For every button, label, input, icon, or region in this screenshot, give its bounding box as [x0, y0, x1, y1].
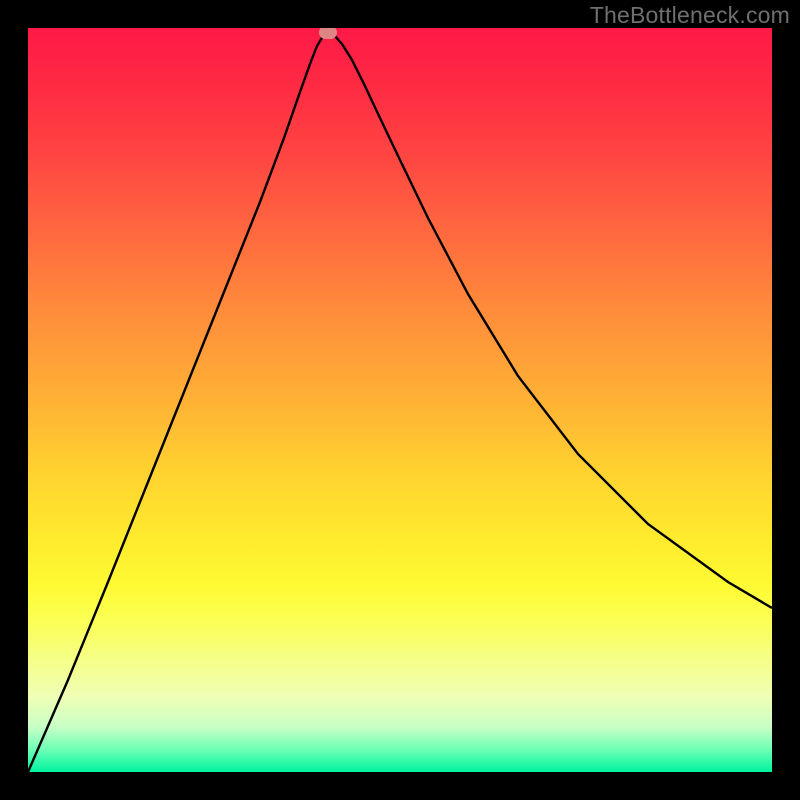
plot-area: [28, 28, 772, 772]
watermark-label: TheBottleneck.com: [590, 2, 790, 29]
minimum-marker: [319, 28, 337, 39]
bottleneck-curve: [28, 32, 772, 772]
chart-frame: TheBottleneck.com: [0, 0, 800, 800]
curve-svg: [28, 28, 772, 772]
